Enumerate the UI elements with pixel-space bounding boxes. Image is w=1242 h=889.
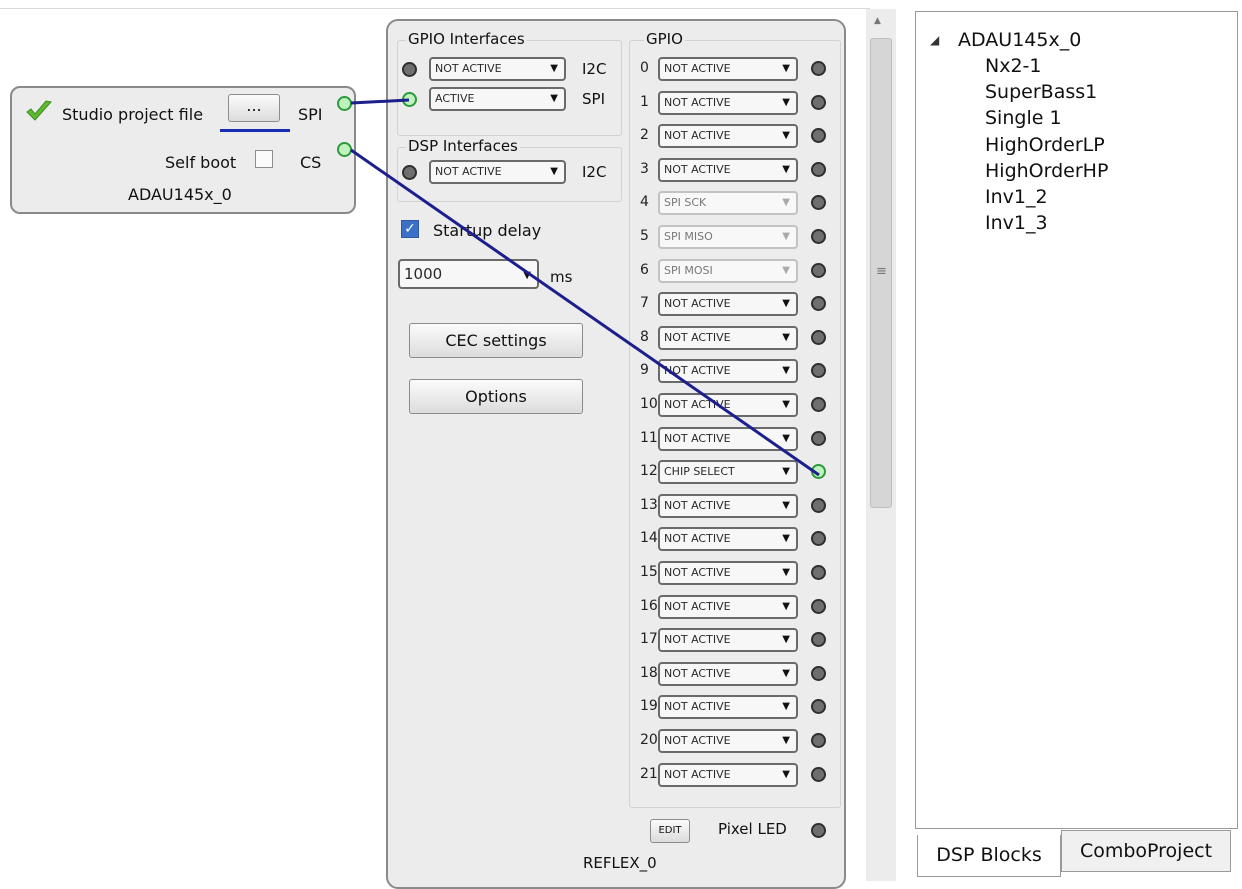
tree-root[interactable]: ADAU145x_0 <box>958 29 1081 51</box>
expand-triangle-icon[interactable]: ◢ <box>930 33 939 47</box>
tab-comboproject[interactable]: ComboProject <box>1061 830 1231 872</box>
grip-icon: ≡ <box>876 264 887 279</box>
scroll-up-arrow-icon[interactable]: ▲ <box>874 16 881 26</box>
cs-wire[interactable] <box>350 148 820 477</box>
tab-dsp-blocks[interactable]: DSP Blocks <box>917 835 1061 877</box>
tree-item[interactable]: Inv1_3 <box>985 212 1048 234</box>
tree-item[interactable]: Inv1_2 <box>985 186 1048 208</box>
tree-item[interactable]: HighOrderHP <box>985 160 1108 182</box>
tree-item[interactable]: Nx2-1 <box>985 55 1042 77</box>
tree-item[interactable]: SuperBass1 <box>985 81 1097 103</box>
spi-wire[interactable] <box>350 98 410 105</box>
tree-item[interactable]: Single 1 <box>985 107 1062 129</box>
tree-item[interactable]: HighOrderLP <box>985 134 1105 156</box>
